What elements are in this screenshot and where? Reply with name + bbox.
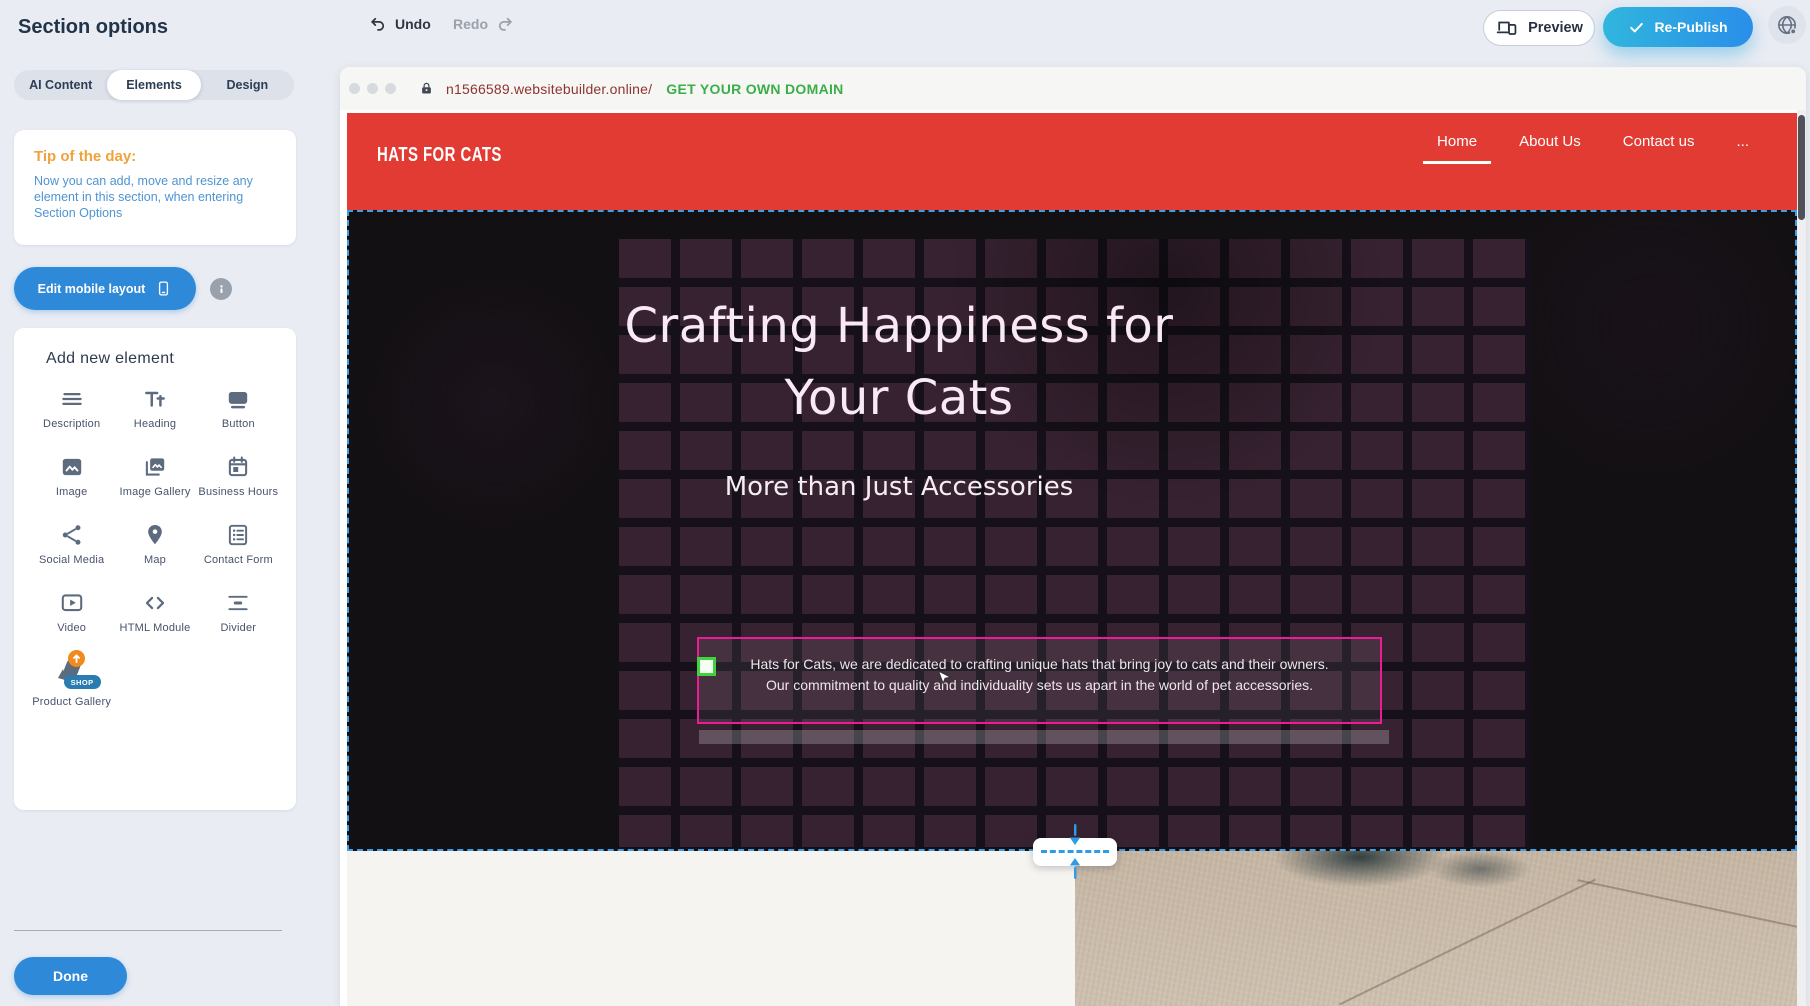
globe-icon [1775, 13, 1799, 37]
shop-badge: SHOP [64, 675, 101, 689]
element-heading[interactable]: Heading [113, 386, 196, 430]
hero-heading-line1[interactable]: Crafting Happiness for [469, 298, 1329, 354]
scrollbar-track [1797, 110, 1806, 1006]
get-domain-link[interactable]: GET YOUR OWN DOMAIN [666, 81, 843, 97]
heading-icon [142, 386, 168, 412]
nav-more[interactable]: ... [1736, 133, 1749, 150]
tip-of-the-day-card: Tip of the day: Now you can add, move an… [14, 130, 296, 245]
phone-icon [155, 279, 172, 298]
element-image[interactable]: Image [30, 454, 113, 498]
tip-title: Tip of the day: [34, 148, 296, 165]
redo-icon [495, 14, 515, 34]
add-element-title: Add new element [46, 350, 296, 368]
upgrade-arrow-icon [68, 650, 85, 667]
element-social-media[interactable]: Social Media [30, 522, 113, 566]
mouse-cursor [937, 670, 952, 688]
site-header[interactable]: HATS FOR CATS Home About Us Contact us .… [347, 113, 1797, 210]
window-dot-icon [349, 83, 360, 94]
hero-description-element[interactable]: Hats for Cats, we are dedicated to craft… [697, 637, 1382, 724]
browser-chrome-bar: n1566589.websitebuilder.online/ GET YOUR… [340, 67, 1806, 111]
map-pin-icon [142, 522, 168, 548]
check-icon [1628, 19, 1645, 36]
redo-button[interactable]: Redo [453, 14, 515, 34]
undo-icon [368, 14, 388, 34]
resize-dash-icon [1041, 850, 1109, 853]
hero-section-selected[interactable]: Crafting Happiness for Your Cats More th… [347, 210, 1797, 851]
site-canvas: HATS FOR CATS Home About Us Contact us .… [347, 113, 1797, 1006]
hero-description-line1: Hats for Cats, we are dedicated to craft… [709, 654, 1370, 675]
app-stage: Section options AI Content Elements Desi… [0, 0, 1810, 1006]
element-video[interactable]: Video [30, 590, 113, 634]
share-icon [59, 522, 85, 548]
devices-icon [1495, 17, 1519, 39]
tab-elements[interactable]: Elements [107, 70, 200, 100]
pavement-seam-line [1577, 879, 1797, 929]
scrollbar-thumb[interactable] [1798, 115, 1805, 220]
arrow-up-icon [1069, 857, 1081, 879]
lock-icon [419, 80, 434, 97]
edit-mobile-layout-label: Edit mobile layout [38, 282, 146, 296]
button-icon [225, 386, 251, 412]
nav-contact-us[interactable]: Contact us [1623, 133, 1695, 150]
language-globe-button[interactable] [1768, 6, 1806, 44]
sidebar-tabs: AI Content Elements Design [14, 70, 294, 100]
sidebar-divider [14, 930, 282, 931]
window-dot-icon [367, 83, 378, 94]
element-divider[interactable]: Divider [197, 590, 280, 634]
page-title: Section options [18, 16, 168, 39]
preview-button[interactable]: Preview [1483, 10, 1595, 46]
form-icon [225, 522, 251, 548]
element-button[interactable]: Button [197, 386, 280, 430]
pavement-photo [1075, 851, 1797, 1006]
add-element-panel: Add new element Description Heading Butt… [14, 328, 296, 810]
element-product-gallery[interactable]: SHOP Product Gallery [30, 658, 113, 708]
divider-icon [225, 590, 251, 616]
sidebar: Section options AI Content Elements Desi… [0, 0, 308, 1006]
element-drag-handle[interactable] [697, 657, 716, 676]
tip-body: Now you can add, move and resize any ele… [34, 173, 276, 221]
element-hover-strip [699, 730, 1389, 744]
element-description[interactable]: Description [30, 386, 113, 430]
description-lines-icon [59, 386, 85, 412]
element-html-module[interactable]: HTML Module [113, 590, 196, 634]
arrow-down-icon [1069, 824, 1081, 846]
site-logo: HATS FOR CATS [377, 143, 502, 167]
republish-button[interactable]: Re-Publish [1603, 7, 1753, 47]
element-grid: Description Heading Button Image Image G… [14, 370, 296, 708]
window-dot-icon [385, 83, 396, 94]
site-nav: Home About Us Contact us ... [1437, 133, 1749, 150]
done-button[interactable]: Done [14, 957, 127, 995]
pavement-seam-line [1339, 879, 1596, 1006]
video-icon [59, 590, 85, 616]
hero-subheading[interactable]: More than Just Accessories [469, 472, 1329, 502]
hero-heading-line2[interactable]: Your Cats [469, 370, 1329, 426]
calendar-icon [225, 454, 251, 480]
nav-home[interactable]: Home [1437, 133, 1477, 150]
element-map[interactable]: Map [113, 522, 196, 566]
hero-description-line2: Our commitment to quality and individual… [709, 675, 1370, 696]
code-icon [142, 590, 168, 616]
browser-preview-window: n1566589.websitebuilder.online/ GET YOUR… [340, 67, 1806, 1006]
edit-mobile-layout-button[interactable]: Edit mobile layout [14, 267, 196, 310]
undo-button[interactable]: Undo [368, 14, 431, 34]
element-image-gallery[interactable]: Image Gallery [113, 454, 196, 498]
product-gallery-icon: SHOP [52, 658, 92, 690]
image-gallery-icon [142, 454, 168, 480]
element-contact-form[interactable]: Contact Form [197, 522, 280, 566]
site-viewport: HATS FOR CATS Home About Us Contact us .… [340, 110, 1806, 1006]
tab-ai-content[interactable]: AI Content [14, 70, 107, 100]
element-business-hours[interactable]: Business Hours [197, 454, 280, 498]
site-url: n1566589.websitebuilder.online/ [446, 81, 652, 97]
section-resize-handle[interactable] [1033, 838, 1117, 866]
nav-about-us[interactable]: About Us [1519, 133, 1581, 150]
image-icon [59, 454, 85, 480]
tab-design[interactable]: Design [201, 70, 294, 100]
info-icon[interactable] [210, 278, 232, 300]
